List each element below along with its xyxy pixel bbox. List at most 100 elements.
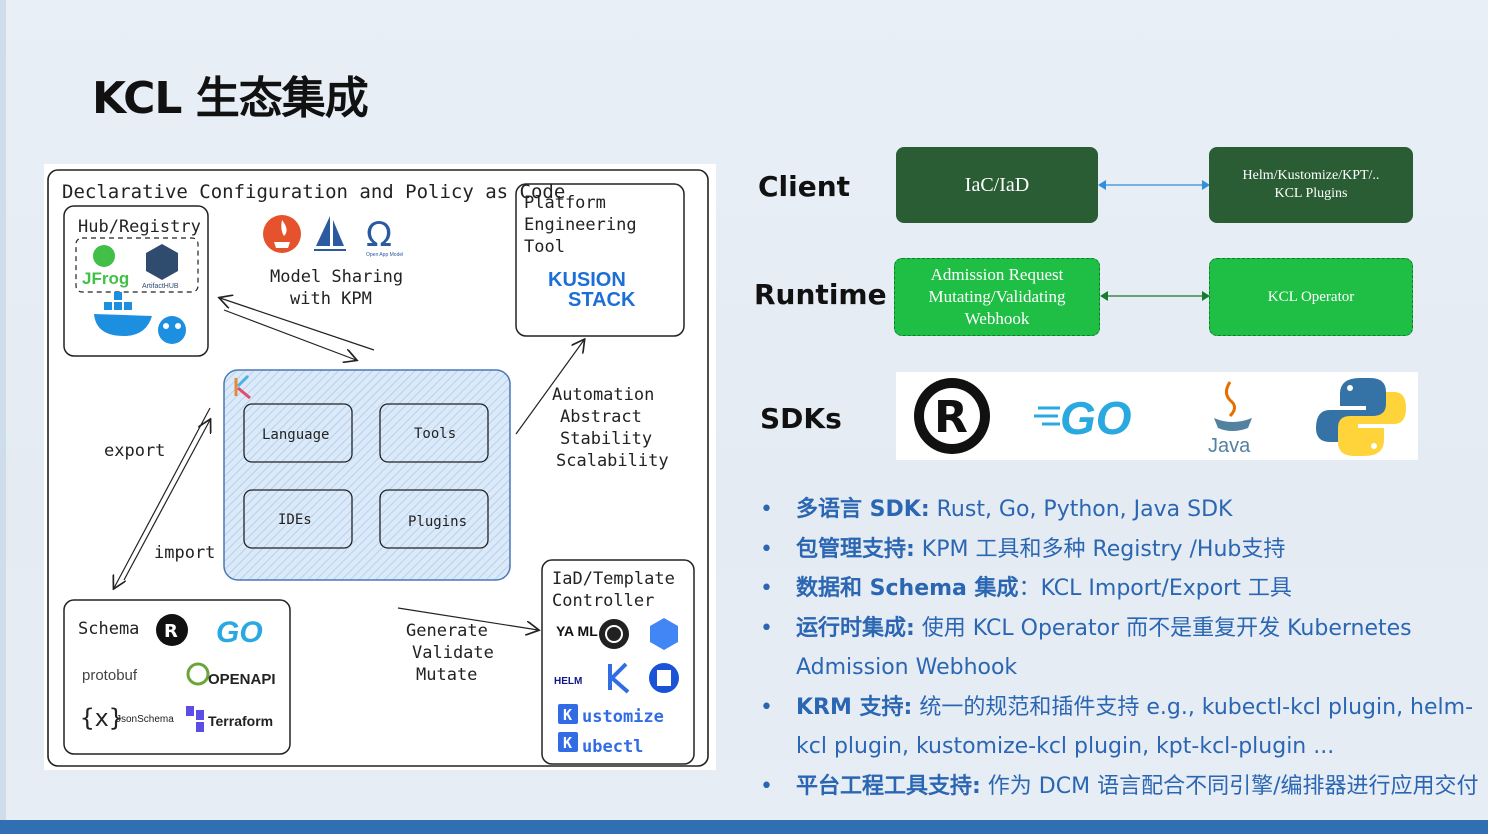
svg-text:R: R <box>934 392 968 443</box>
bullet-dot: • <box>760 497 773 522</box>
bullet-dot: • <box>760 536 773 562</box>
sdks-label: SDKs <box>760 402 842 435</box>
sdk-logo-strip: R GO Java <box>896 372 1418 460</box>
kusion-label: KUSION <box>548 269 626 291</box>
terraform-logo: Terraform <box>208 713 273 729</box>
automation-line4: Scalability <box>556 451 669 471</box>
gke-hexagon-icon <box>650 618 678 650</box>
document-circle-icon <box>649 663 679 693</box>
list-item: • 包管理支持: KPM 工具和多种 Registry /Hub支持 <box>760 530 1480 570</box>
svg-text:GO: GO <box>1060 392 1132 444</box>
client-double-arrow <box>1098 180 1210 190</box>
openapi-logo: OPENAPI <box>208 671 276 688</box>
runtime-double-arrow <box>1100 291 1210 301</box>
platform-title-3: Tool <box>524 237 565 257</box>
runtime-operator-box: KCL Operator <box>1209 258 1413 336</box>
jfrog-icon: JFrog <box>82 245 129 288</box>
kubectl-logo: ubectl <box>582 737 643 757</box>
bullet-bold: 运行时集成: <box>796 615 915 641</box>
footer-bar <box>0 820 1488 834</box>
client-iac-text: IaC/IaD <box>964 173 1030 196</box>
python-logo-icon <box>1316 378 1406 456</box>
jsonschema-logo: JsonSchema <box>116 714 174 725</box>
bullet-text: 作为 DCM 语言配合不同引擎/编排器进行应用交付 <box>980 773 1479 799</box>
list-item: • 数据和 Schema 集成：KCL Import/Export 工具 <box>760 569 1480 609</box>
bullet-text: KPM 工具和多种 Registry /Hub支持 <box>914 536 1286 562</box>
svg-text:K: K <box>563 734 572 752</box>
open-app-model-icon: Ω Open App Model <box>366 215 403 258</box>
kustomize-logo: ustomize <box>582 707 664 727</box>
generate-line1: Generate <box>406 621 488 641</box>
frame-title: Declarative Configuration and Policy as … <box>62 181 565 203</box>
list-item: • 多语言 SDK: Rust, Go, Python, Java SDK <box>760 490 1480 530</box>
iad-title-2: Controller <box>552 591 654 611</box>
list-item: • 平台工程工具支持: 作为 DCM 语言配合不同引擎/编排器进行应用交付 <box>760 767 1480 807</box>
core-label-tools: Tools <box>414 426 456 442</box>
bullet-dot: • <box>760 694 773 720</box>
platform-title-1: Platform <box>524 193 606 213</box>
generate-line2: Validate <box>412 643 494 663</box>
runtime-webhook-box: Admission Request Mutating/Validating We… <box>894 258 1100 336</box>
runtime-webhook-line1: Admission Request <box>930 265 1064 284</box>
feature-list: • 多语言 SDK: Rust, Go, Python, Java SDK • … <box>760 490 1480 806</box>
client-label: Client <box>758 170 851 203</box>
bullet-text: ：KCL Import/Export 工具 <box>1018 576 1292 601</box>
export-label: export <box>104 441 165 461</box>
runtime-webhook-line2: Mutating/Validating <box>928 287 1066 306</box>
automation-line1: Automation <box>552 385 654 405</box>
go-logo-icon: GO <box>1034 392 1132 444</box>
github-octocat-icon <box>158 316 186 344</box>
sdk-logos: R GO Java <box>914 378 1406 457</box>
rust-icon: R <box>156 614 188 646</box>
arrow-hub-to-core <box>223 309 356 360</box>
page-title: KCL 生态集成 <box>92 73 369 124</box>
prometheus-icon <box>263 215 301 253</box>
model-sharing-line2: with KPM <box>290 289 372 309</box>
argo-circle-icon <box>599 619 629 649</box>
bullet-bold: 平台工程工具支持: <box>796 773 981 799</box>
client-plugins-line1: Helm/Kustomize/KPT/.. <box>1242 168 1380 183</box>
kcl-k-icon <box>608 662 630 694</box>
list-item: • 运行时集成: 使用 KCL Operator 而不是重复开发 Kuberne… <box>760 609 1480 688</box>
client-iac-box: IaC/IaD <box>896 147 1098 223</box>
bullet-bold: 多语言 SDK: <box>796 497 930 522</box>
svg-text:ArtifactHUB: ArtifactHUB <box>142 283 179 290</box>
core-label-plugins: Plugins <box>408 514 467 530</box>
sail-icon <box>314 216 346 251</box>
iad-title-1: IaD/Template <box>552 569 675 589</box>
client-plugins-line2: KCL Plugins <box>1274 186 1348 201</box>
ecosystem-diagram: Declarative Configuration and Policy as … <box>44 164 716 770</box>
runtime-label: Runtime <box>754 278 887 311</box>
automation-line3: Stability <box>560 429 652 449</box>
svg-text:Ω: Ω <box>366 215 392 255</box>
import-label: import <box>154 543 215 563</box>
svg-text:JFrog: JFrog <box>82 269 129 288</box>
automation-line2: Abstract <box>560 407 642 427</box>
stack-label: STACK <box>568 289 636 311</box>
artifacthub-icon: ArtifactHUB <box>142 244 179 290</box>
openapi-icon <box>186 662 210 686</box>
bullet-dot: • <box>760 615 773 641</box>
bullet-dot: • <box>760 773 773 799</box>
bullet-text: Rust, Go, Python, Java SDK <box>929 497 1233 522</box>
bullet-bold: KRM 支持: <box>796 694 913 720</box>
core-label-language: Language <box>262 427 329 443</box>
list-item: • KRM 支持: 统一的规范和插件支持 e.g., kubectl-kcl p… <box>760 688 1480 767</box>
svg-text:Java: Java <box>1208 435 1251 457</box>
diagram-canvas: Declarative Configuration and Policy as … <box>47 169 709 767</box>
bullet-bold: 数据和 Schema 集成 <box>796 576 1019 601</box>
runtime-operator-text: KCL Operator <box>1267 288 1355 305</box>
svg-text:R: R <box>164 621 178 642</box>
svg-text:Open App Model: Open App Model <box>366 252 403 258</box>
core-label-ides: IDEs <box>278 512 312 528</box>
client-plugins-box: Helm/Kustomize/KPT/.. KCL Plugins <box>1209 147 1413 223</box>
hub-title: Hub/Registry <box>78 217 201 237</box>
docker-icon <box>94 292 152 336</box>
generate-line3: Mutate <box>416 665 477 685</box>
bullet-dot: • <box>760 576 773 601</box>
terraform-icon <box>186 706 204 732</box>
bullet-bold: 包管理支持: <box>796 536 915 562</box>
rust-logo-icon: R <box>914 378 990 454</box>
svg-text:K: K <box>563 706 572 724</box>
go-logo: GO <box>216 616 263 649</box>
